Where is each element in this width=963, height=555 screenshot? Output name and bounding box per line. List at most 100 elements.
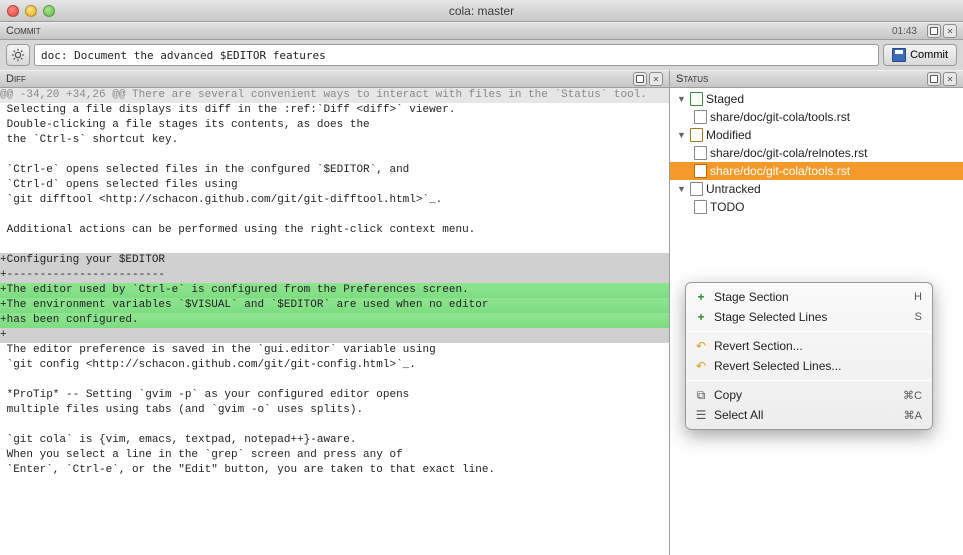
commit-row: Commit [0,40,963,70]
group-icon [690,128,703,142]
status-item[interactable]: share/doc/git-cola/tools.rst [670,162,963,180]
diff-panel: Diff @@ -34,20 +34,26 @@ There are sever… [0,70,670,555]
commit-options-button[interactable] [6,44,30,66]
status-close-button[interactable] [943,72,957,86]
diff-line[interactable]: `git cola` is {vim, emacs, textpad, note… [0,433,669,448]
status-group-staged[interactable]: ▼ Staged [670,90,963,108]
menu-item-select-all[interactable]: ☰Select All⌘A [686,405,932,425]
diff-line[interactable]: +Configuring your $EDITOR [0,253,669,268]
diff-line[interactable]: Double-clicking a file stages its conten… [0,118,669,133]
revert-icon: ↶ [694,359,708,373]
menu-item-label: Copy [714,388,742,402]
menu-separator [687,331,931,332]
gear-icon [11,48,25,62]
status-item[interactable]: share/doc/git-cola/tools.rst [670,108,963,126]
menu-item-label: Stage Selected Lines [714,310,827,324]
commit-section-header: Commit 01:43 [0,22,963,40]
group-icon [690,182,703,196]
diff-line[interactable]: `Ctrl-d` opens selected files using [0,178,669,193]
file-icon [694,146,707,160]
save-icon [892,48,906,62]
plus-icon: + [694,310,708,324]
diff-line[interactable] [0,373,669,388]
diff-line[interactable]: `Ctrl-e` opens selected files in the con… [0,163,669,178]
menu-item-shortcut: ⌘A [904,409,922,422]
diff-line[interactable]: + [0,328,669,343]
commit-detach-button[interactable] [927,24,941,38]
menu-item-label: Revert Section... [714,339,803,353]
diff-line[interactable] [0,238,669,253]
menu-item-shortcut: S [915,311,922,323]
file-label: share/doc/git-cola/relnotes.rst [710,146,867,160]
menu-item-stage-selected-lines[interactable]: + Stage Selected Lines S [686,307,932,327]
file-icon [694,164,707,178]
menu-item-shortcut: H [914,291,922,303]
file-label: TODO [710,200,744,214]
diff-detach-button[interactable] [633,72,647,86]
diff-line[interactable]: multiple files using tabs (and `gvim -o`… [0,403,669,418]
commit-time: 01:43 [892,26,917,37]
diff-line[interactable] [0,148,669,163]
expander-icon[interactable]: ▼ [676,94,687,105]
commit-button-label: Commit [910,49,948,61]
file-label: share/doc/git-cola/tools.rst [710,164,850,178]
close-icon [947,26,954,36]
diff-line[interactable]: the `Ctrl-s` shortcut key. [0,133,669,148]
detach-icon [636,75,644,83]
status-item[interactable]: TODO [670,198,963,216]
group-label: Modified [706,128,751,142]
menu-item-revert-section[interactable]: ↶ Revert Section... [686,336,932,356]
expander-icon[interactable]: ▼ [676,130,687,141]
expander-icon[interactable]: ▼ [676,184,687,195]
diff-line[interactable]: The editor preference is saved in the `g… [0,343,669,358]
diff-line[interactable] [0,418,669,433]
menu-item-revert-selected-lines[interactable]: ↶ Revert Selected Lines... [686,356,932,376]
diff-line[interactable]: Selecting a file displays its diff in th… [0,103,669,118]
diff-body[interactable]: @@ -34,20 +34,26 @@ There are several co… [0,88,669,555]
status-label: Status [676,73,708,85]
status-section-header: Status [670,70,963,88]
diff-line[interactable]: `git config <http://schacon.github.com/g… [0,358,669,373]
file-label: share/doc/git-cola/tools.rst [710,110,850,124]
diff-line[interactable]: +------------------------ [0,268,669,283]
group-label: Staged [706,92,744,106]
group-icon [690,92,703,106]
menu-item-copy[interactable]: ⧉Copy⌘C [686,385,932,405]
diff-line[interactable]: *ProTip* -- Setting `gvim -p` as your co… [0,388,669,403]
menu-item-label: Stage Section [714,290,789,304]
status-group-untracked[interactable]: ▼ Untracked [670,180,963,198]
status-item[interactable]: share/doc/git-cola/relnotes.rst [670,144,963,162]
status-detach-button[interactable] [927,72,941,86]
menu-item-shortcut: ⌘C [903,389,922,402]
diff-hunk-header: @@ -34,20 +34,26 @@ There are several co… [0,88,669,103]
revert-icon: ↶ [694,339,708,353]
diff-line[interactable]: +The editor used by `Ctrl-e` is configur… [0,283,669,298]
commit-close-button[interactable] [943,24,957,38]
file-icon [694,200,707,214]
diff-section-header: Diff [0,70,669,88]
group-label: Untracked [706,182,761,196]
plus-icon: + [694,290,708,304]
titlebar: cola: master [0,0,963,22]
commit-message-input[interactable] [34,44,879,66]
diff-close-button[interactable] [649,72,663,86]
diff-line[interactable]: `git difftool <http://schacon.github.com… [0,193,669,208]
detach-icon [930,75,938,83]
commit-button[interactable]: Commit [883,44,957,66]
detach-icon [930,27,938,35]
diff-line[interactable]: +The environment variables `$VISUAL` and… [0,298,669,313]
context-menu: + Stage Section H + Stage Selected Lines S ↶ Re… [685,282,933,430]
window-title: cola: master [0,4,963,18]
diff-line[interactable]: When you select a line in the `grep` scr… [0,448,669,463]
menu-item-label: Select All [714,408,763,422]
menu-separator [687,380,931,381]
diff-line[interactable]: +has been configured. [0,313,669,328]
status-group-modified[interactable]: ▼ Modified [670,126,963,144]
menu-item-label: Revert Selected Lines... [714,359,841,373]
commit-label: Commit [6,25,41,37]
menu-item-stage-section[interactable]: + Stage Section H [686,287,932,307]
diff-line[interactable]: `Enter`, `Ctrl-e`, or the "Edit" button,… [0,463,669,478]
diff-line[interactable] [0,208,669,223]
diff-line[interactable]: Additional actions can be performed usin… [0,223,669,238]
file-icon [694,110,707,124]
